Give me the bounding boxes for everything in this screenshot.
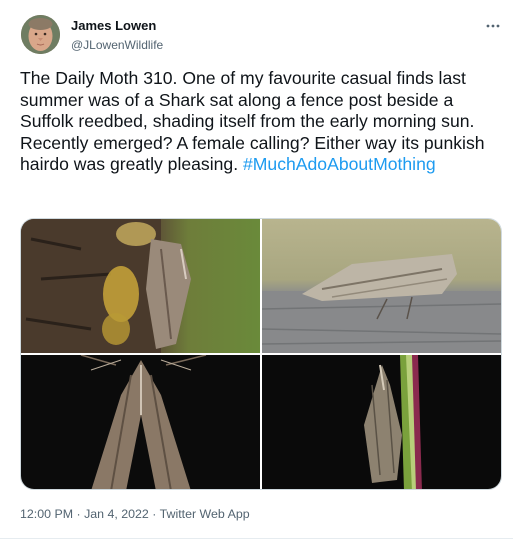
avatar[interactable] bbox=[21, 15, 60, 54]
tweet-meta: 12:00 PM · Jan 4, 2022 · Twitter Web App bbox=[20, 507, 250, 521]
tweet: James Lowen @JLowenWildlife The Daily Mo… bbox=[0, 0, 513, 539]
moth-on-wood-side-view-photo[interactable] bbox=[262, 219, 501, 353]
tweet-date[interactable]: Jan 4, 2022 bbox=[84, 507, 149, 521]
author-name[interactable]: James Lowen bbox=[71, 18, 156, 33]
media-grid bbox=[20, 218, 502, 490]
tweet-time[interactable]: 12:00 PM bbox=[20, 507, 73, 521]
moth-on-dark-background-top-view-photo[interactable] bbox=[21, 355, 260, 489]
meta-separator: · bbox=[73, 507, 85, 521]
hashtag-link[interactable]: #MuchAdoAboutMothing bbox=[243, 154, 436, 174]
moth-on-lichen-post-photo[interactable] bbox=[21, 219, 260, 353]
meta-separator: · bbox=[148, 507, 160, 521]
more-dots-icon[interactable] bbox=[482, 18, 504, 34]
tweet-text: The Daily Moth 310. One of my favourite … bbox=[20, 68, 504, 176]
moth-on-grass-stem-photo[interactable] bbox=[262, 355, 501, 489]
tweet-source[interactable]: Twitter Web App bbox=[160, 507, 250, 521]
author-handle[interactable]: @JLowenWildlife bbox=[71, 38, 163, 52]
